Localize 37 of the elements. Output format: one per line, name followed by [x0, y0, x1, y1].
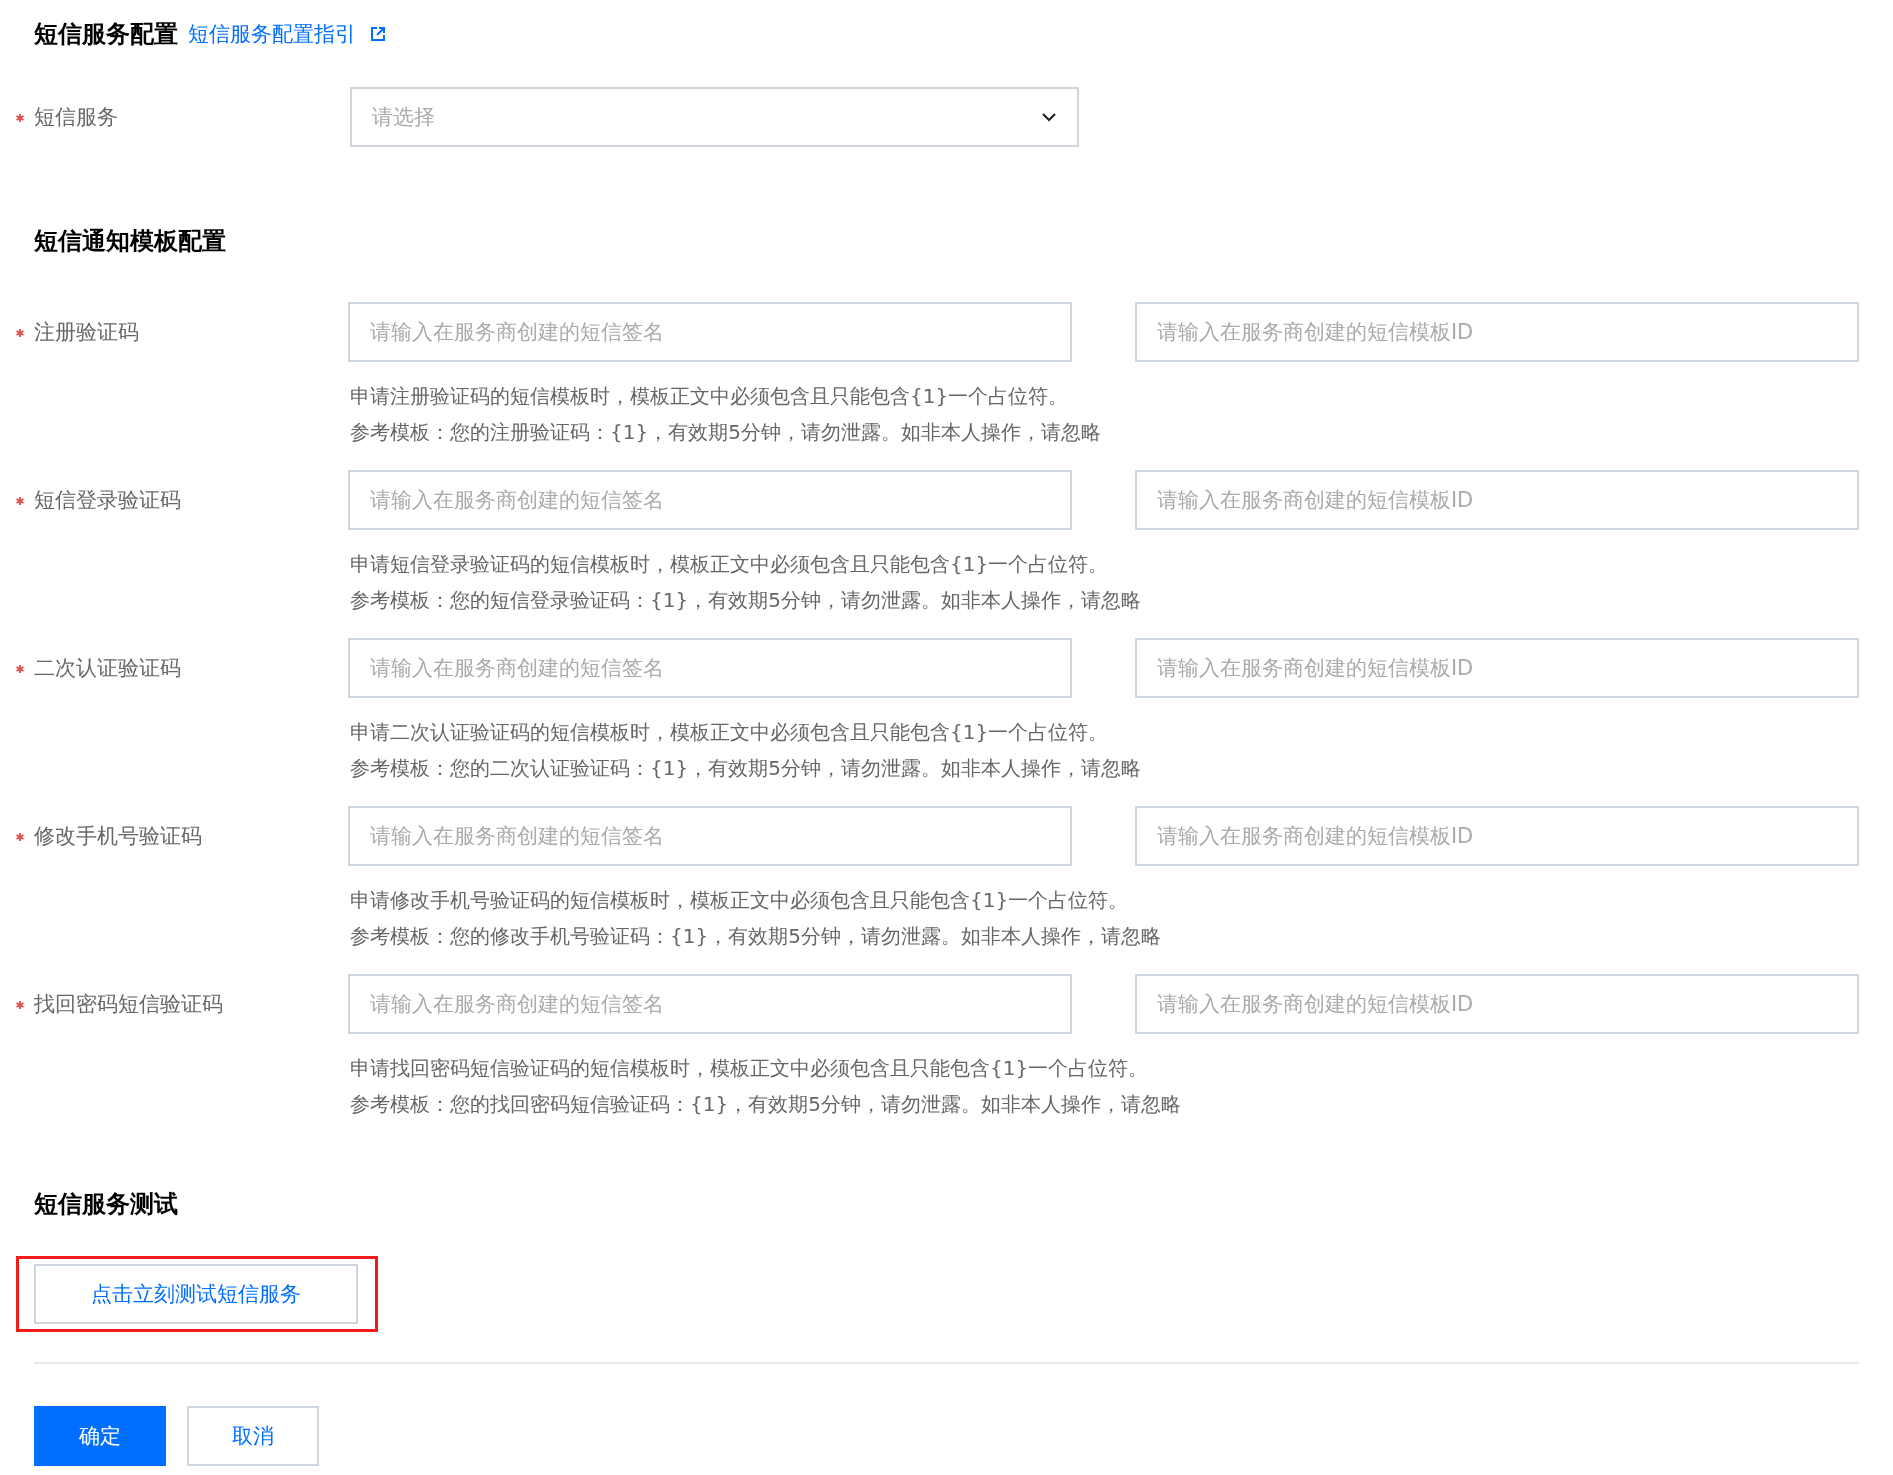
- chevron-down-icon: [1041, 112, 1057, 122]
- test-sms-button[interactable]: 点击立刻测试短信服务: [34, 1264, 358, 1324]
- template-id-input[interactable]: 请输入在服务商创建的短信模板ID: [1134, 302, 1859, 362]
- hint-text: 申请注册验证码的短信模板时，模板正文中必须包含且只能包含{1}一个占位符。: [350, 383, 1070, 410]
- field-label: 修改手机号验证码: [34, 823, 202, 850]
- section-title: 短信通知模板配置: [34, 226, 227, 257]
- hint-text: 申请短信登录验证码的短信模板时，模板正文中必须包含且只能包含{1}一个占位符。: [350, 551, 1110, 578]
- signature-input[interactable]: 请输入在服务商创建的短信签名: [347, 806, 1072, 866]
- hint-text: 申请二次认证验证码的短信模板时，模板正文中必须包含且只能包含{1}一个占位符。: [350, 719, 1110, 746]
- select-placeholder: 请选择: [372, 104, 435, 131]
- field-label: 找回密码短信验证码: [34, 991, 223, 1018]
- signature-input[interactable]: 请输入在服务商创建的短信签名: [347, 470, 1072, 530]
- hint-text: 申请找回密码短信验证码的短信模板时，模板正文中必须包含且只能包含{1}一个占位符。: [350, 1055, 1150, 1082]
- section-title: 短信服务配置: [34, 19, 178, 50]
- signature-input[interactable]: 请输入在服务商创建的短信签名: [347, 302, 1072, 362]
- field-label: 短信服务: [34, 104, 118, 131]
- hint-text: 参考模板：您的注册验证码：{1}，有效期5分钟，请勿泄露。如非本人操作，请忽略: [350, 419, 1102, 446]
- hint-text: 参考模板：您的修改手机号验证码：{1}，有效期5分钟，请勿泄露。如非本人操作，请忽略: [350, 923, 1162, 950]
- section-title: 短信服务测试: [34, 1189, 179, 1220]
- guide-link[interactable]: 短信服务配置指引: [188, 20, 356, 48]
- external-link-icon: [370, 26, 386, 42]
- cancel-button[interactable]: 取消: [187, 1406, 319, 1466]
- signature-input[interactable]: 请输入在服务商创建的短信签名: [347, 974, 1072, 1034]
- template-id-input[interactable]: 请输入在服务商创建的短信模板ID: [1134, 470, 1859, 530]
- field-label: 二次认证验证码: [34, 655, 181, 682]
- confirm-button[interactable]: 确定: [34, 1406, 166, 1466]
- hint-text: 参考模板：您的短信登录验证码：{1}，有效期5分钟，请勿泄露。如非本人操作，请忽略: [350, 587, 1142, 614]
- template-id-input[interactable]: 请输入在服务商创建的短信模板ID: [1134, 638, 1859, 698]
- template-id-input[interactable]: 请输入在服务商创建的短信模板ID: [1134, 806, 1859, 866]
- field-label: 短信登录验证码: [34, 487, 181, 514]
- hint-text: 参考模板：您的找回密码短信验证码：{1}，有效期5分钟，请勿泄露。如非本人操作，请忽略: [350, 1091, 1182, 1118]
- hint-text: 参考模板：您的二次认证验证码：{1}，有效期5分钟，请勿泄露。如非本人操作，请忽略: [350, 755, 1142, 782]
- signature-input[interactable]: 请输入在服务商创建的短信签名: [347, 638, 1072, 698]
- template-id-input[interactable]: 请输入在服务商创建的短信模板ID: [1134, 974, 1859, 1034]
- field-label: 注册验证码: [34, 319, 139, 346]
- service-select[interactable]: 请选择: [350, 87, 1079, 147]
- hint-text: 申请修改手机号验证码的短信模板时，模板正文中必须包含且只能包含{1}一个占位符。: [350, 887, 1130, 914]
